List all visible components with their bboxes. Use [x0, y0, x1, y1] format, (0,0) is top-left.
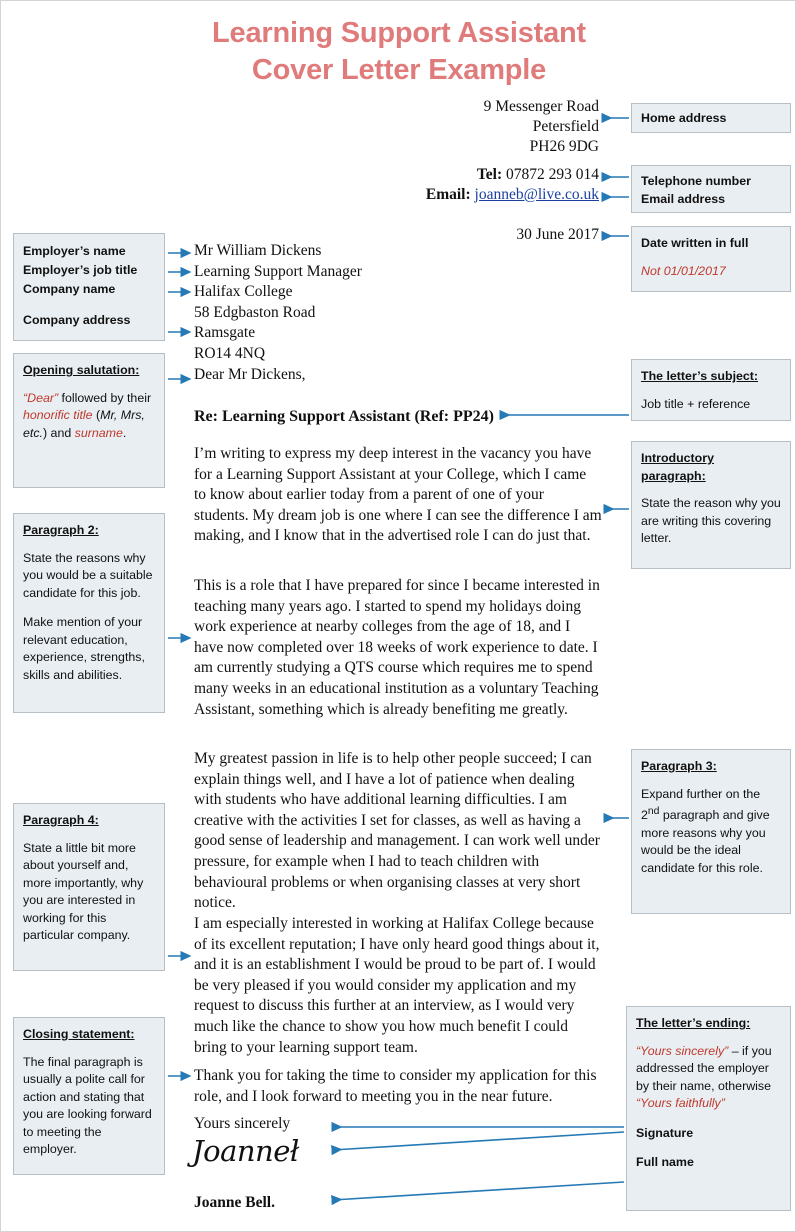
- body-paragraph-3: My greatest passion in life is to help o…: [194, 750, 600, 912]
- note-closing-body: The final paragraph is usually a polite …: [23, 1054, 152, 1157]
- arrow-signature: [331, 1131, 625, 1156]
- note-opening-seg7: surname: [74, 425, 123, 440]
- home-address-line2: Petersfield: [532, 118, 599, 135]
- note-ending-seg3: “Yours faithfully”: [636, 1096, 725, 1110]
- telephone-line: Tel: 07872 293 014: [269, 165, 599, 185]
- email-label: Email:: [425, 186, 471, 203]
- note-signature-label: Signature: [636, 1125, 694, 1140]
- note-ending-seg1: “Yours sincerely”: [636, 1043, 729, 1058]
- note-paragraph-2-header: Paragraph 2:: [23, 523, 99, 537]
- note-opening-seg2: followed by their: [58, 390, 152, 405]
- note-opening-seg8: .: [122, 425, 127, 440]
- note-opening-header: Opening salutation:: [23, 363, 140, 377]
- note-subject-header: The letter’s subject:: [641, 369, 759, 383]
- cover-letter-infographic: Learning Support Assistant Cover Letter …: [0, 0, 796, 1232]
- note-intro-header-line1: Introductory: [641, 451, 714, 465]
- note-email-label: Email address: [641, 191, 726, 206]
- note-paragraph-3-body: Expand further on the 2nd paragraph and …: [641, 787, 770, 875]
- contact-block: Tel: 07872 293 014 Email: joanneb@live.c…: [269, 165, 599, 205]
- note-intro-paragraph: Introductory paragraph: State the reason…: [631, 441, 791, 569]
- note-closing-header: Closing statement:: [23, 1027, 135, 1041]
- telephone-label: Tel:: [476, 166, 503, 183]
- signature: Joanneł: [192, 1134, 299, 1168]
- arrow-full-name: [331, 1181, 625, 1206]
- note-paragraph-3: Paragraph 3: Expand further on the 2nd p…: [631, 749, 791, 914]
- note-company-address: Company address: [23, 313, 131, 327]
- note-telephone-label: Telephone number: [641, 174, 751, 188]
- note-employer-job-title: Employer’s job title: [23, 263, 138, 277]
- page-title-line2: Cover Letter Example: [251, 54, 547, 86]
- note-paragraph-4: Paragraph 4: State a little bit more abo…: [13, 803, 165, 971]
- note-paragraph-2: Paragraph 2: State the reasons why you w…: [13, 513, 165, 713]
- email-link[interactable]: joanneb@live.co.uk: [475, 186, 599, 203]
- note-paragraph-3-header: Paragraph 3:: [641, 759, 717, 773]
- recipient-job-title: Learning Support Manager: [194, 262, 362, 280]
- home-address-block: 9 Messenger Road Petersfield PH26 9DG: [279, 97, 599, 157]
- note-ending-header: The letter’s ending:: [636, 1016, 751, 1030]
- note-paragraph-2-body1: State the reasons why you would be a sui…: [23, 550, 153, 600]
- note-closing-statement: Closing statement: The final paragraph i…: [13, 1017, 165, 1175]
- note-employer: Employer’s name Employer’s job title Com…: [13, 233, 165, 341]
- note-paragraph-2-body2: Make mention of your relevant education,…: [23, 615, 145, 682]
- note-date-header: Date written in full: [641, 236, 749, 250]
- note-company-name: Company name: [23, 282, 116, 296]
- page-title-line1: Learning Support Assistant: [212, 17, 586, 49]
- note-contact: Telephone number Email address: [631, 165, 791, 213]
- note-paragraph-3-body-part2: paragraph and give more reasons why you …: [641, 808, 770, 875]
- note-intro-body: State the reason why you are writing thi…: [641, 496, 781, 545]
- note-paragraph-3-ordinal: nd: [647, 806, 660, 817]
- note-intro-header-line2: paragraph:: [641, 468, 706, 483]
- note-opening-seg1: “Dear”: [23, 390, 59, 405]
- body-paragraph-4: I am especially interested in working at…: [194, 915, 600, 1056]
- recipient-name: Mr William Dickens: [194, 242, 322, 259]
- note-date-warning: Not 01/01/2017: [641, 263, 726, 278]
- signoff: Yours sincerely: [194, 1115, 291, 1132]
- note-employer-name: Employer’s name: [23, 244, 126, 258]
- body-paragraph-2: This is a role that I have prepared for …: [194, 577, 600, 718]
- note-home-address-label: Home address: [641, 111, 727, 125]
- recipient-block: Mr William Dickens Learning Support Mana…: [194, 241, 594, 364]
- recipient-company: Halifax College: [194, 283, 293, 300]
- note-home-address: Home address: [631, 103, 791, 133]
- note-fullname-label: Full name: [636, 1155, 694, 1169]
- note-opening-body: “Dear” followed by their honorific title…: [23, 391, 151, 440]
- subject-line: Re: Learning Support Assistant (Ref: PP2…: [194, 408, 494, 425]
- telephone-value: 07872 293 014: [506, 166, 599, 183]
- recipient-address-line2: Ramsgate: [194, 324, 256, 341]
- note-opening-seg6: ) and: [42, 425, 75, 440]
- full-name: Joanne Bell.: [194, 1194, 275, 1211]
- body-paragraph-1: I’m writing to express my deep interest …: [194, 445, 602, 545]
- note-subject-body: Job title + reference: [641, 396, 751, 411]
- recipient-address-line3: RO14 4NQ: [194, 344, 266, 362]
- note-paragraph-4-body: State a little bit more about yourself a…: [23, 840, 144, 943]
- note-ending-body: “Yours sincerely” – if you addressed the…: [636, 1044, 772, 1111]
- note-paragraph-4-header: Paragraph 4:: [23, 813, 99, 827]
- note-opening-seg3: honorific title: [23, 408, 93, 422]
- note-subject: The letter’s subject: Job title + refere…: [631, 359, 791, 421]
- recipient-address-line1: 58 Edgbaston Road: [194, 303, 316, 321]
- email-line: Email: joanneb@live.co.uk: [269, 185, 599, 205]
- note-date: Date written in full Not 01/01/2017: [631, 226, 791, 292]
- note-opening-salutation: Opening salutation: “Dear” followed by t…: [13, 353, 165, 488]
- home-address-line1: 9 Messenger Road: [483, 98, 599, 115]
- body-paragraph-5: Thank you for taking the time to conside…: [194, 1067, 597, 1105]
- home-address-line3: PH26 9DG: [529, 138, 599, 155]
- note-opening-seg4: (: [92, 408, 101, 422]
- page-title: Learning Support Assistant Cover Letter …: [91, 15, 707, 89]
- note-letter-ending: The letter’s ending: “Yours sincerely” –…: [626, 1006, 791, 1211]
- salutation: Dear Mr Dickens,: [194, 366, 306, 383]
